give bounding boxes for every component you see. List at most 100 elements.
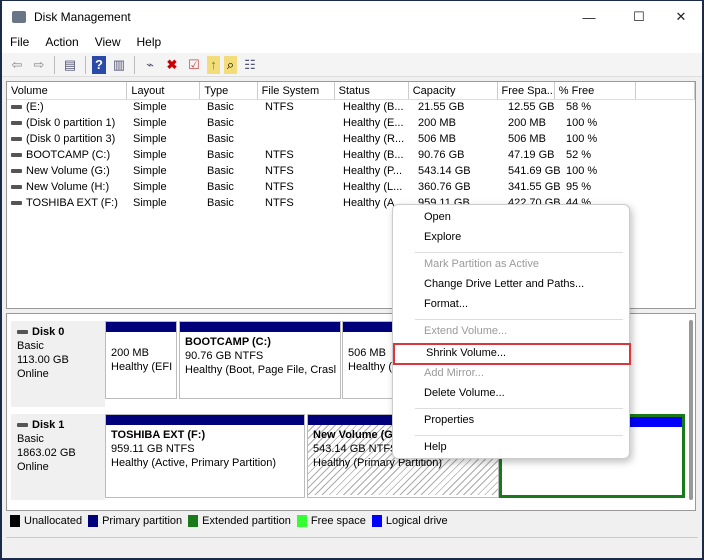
close-button[interactable]: ✕ xyxy=(658,1,704,33)
table-cell: 100 % xyxy=(562,132,644,148)
drive-icon xyxy=(11,201,22,206)
open-folder-icon[interactable]: ↑ xyxy=(207,55,220,74)
partition-title: BOOTCAMP (C:) xyxy=(185,336,271,348)
table-cell: Healthy (E... xyxy=(339,116,414,132)
table-cell: Basic xyxy=(203,116,261,132)
menu-item-format[interactable]: Format... xyxy=(393,296,629,316)
console-tree-icon[interactable]: ▤ xyxy=(61,56,79,74)
delete-icon[interactable]: ✖ xyxy=(163,56,181,74)
cell-text: BOOTCAMP (C:) xyxy=(26,149,111,161)
table-cell: 58 % xyxy=(562,100,644,116)
table-cell xyxy=(261,116,339,132)
connect-icon[interactable]: ⌁ xyxy=(141,56,159,74)
back-icon[interactable]: ⇦ xyxy=(8,56,26,74)
table-cell: Basic xyxy=(203,132,261,148)
table-cell: Simple xyxy=(129,116,203,132)
table-cell: 100 % xyxy=(562,164,644,180)
column-header-2[interactable]: Type xyxy=(200,82,258,99)
table-cell: TOSHIBA EXT (F:) xyxy=(7,196,129,212)
volume-list-header: Volume Layout Type File System Status Capacit… xyxy=(7,82,695,100)
column-header-3[interactable]: File System xyxy=(258,82,335,99)
table-cell: 541.69 GB xyxy=(504,164,562,180)
column-header-6[interactable]: Free Spa... xyxy=(498,82,555,99)
cell-text: Healthy (B... xyxy=(343,101,404,113)
partition-status: Healthy (Boot, Page File, Crasl xyxy=(185,364,337,376)
disk-size: 113.00 GB xyxy=(17,354,69,366)
disk-label[interactable]: Disk 1 Basic 1863.02 GB Online xyxy=(11,414,105,500)
cell-text: 506 MB xyxy=(508,133,546,145)
cell-text: Basic xyxy=(207,197,234,209)
help-icon[interactable]: ? xyxy=(92,55,106,74)
menu-item-explore[interactable]: Explore xyxy=(393,229,629,249)
menu-action[interactable]: Action xyxy=(37,33,86,53)
cell-text: 21.55 GB xyxy=(418,101,465,113)
menu-item-extend-volume: Extend Volume... xyxy=(424,325,508,337)
column-header-4[interactable]: Status xyxy=(335,82,409,99)
table-cell: 12.55 GB xyxy=(504,100,562,116)
cell-text: Basic xyxy=(207,181,234,193)
partition[interactable]: BOOTCAMP (C:) 90.76 GB NTFS Healthy (Boot,… xyxy=(179,321,341,399)
partition-color-bar xyxy=(106,415,304,425)
drive-icon xyxy=(11,105,22,110)
menu-help[interactable]: Help xyxy=(129,33,170,53)
column-header-1[interactable]: Layout xyxy=(127,82,201,99)
disk-name-text: Disk 0 xyxy=(32,326,65,338)
maximize-button[interactable]: ☐ xyxy=(616,1,662,33)
cell-text: Healthy (B... xyxy=(343,149,404,161)
disk-label[interactable]: Disk 0 Basic 113.00 GB Online xyxy=(11,321,105,407)
table-cell: (Disk 0 partition 1) xyxy=(7,116,129,132)
cell-text: Simple xyxy=(133,149,167,161)
menu-file[interactable]: File xyxy=(2,33,37,53)
cell-text: Simple xyxy=(133,165,167,177)
table-cell: Basic xyxy=(203,148,261,164)
table-row[interactable]: New Volume (H:) Simple Basic NTFS Healthy (L… xyxy=(7,180,695,196)
menu-view[interactable]: View xyxy=(87,33,129,53)
column-header-7[interactable]: % Free xyxy=(555,82,636,99)
properties-icon[interactable]: ☷ xyxy=(241,56,259,74)
partition[interactable]: 200 MB Healthy (EFI xyxy=(105,321,177,399)
cell-text: New Volume (G:) xyxy=(26,165,110,177)
table-cell: Simple xyxy=(129,196,203,212)
table-row[interactable]: (Disk 0 partition 1) Simple Basic Healthy (… xyxy=(7,116,695,132)
menu-item-change-drive-letter-and-paths[interactable]: Change Drive Letter and Paths... xyxy=(393,276,629,296)
status-bar xyxy=(6,537,698,555)
table-row[interactable]: (E:) Simple Basic NTFS Healthy (B... 21.55 GB… xyxy=(7,100,695,116)
minimize-button[interactable]: — xyxy=(566,1,612,33)
legend-label: Unallocated xyxy=(24,515,83,527)
drive-icon xyxy=(11,153,22,158)
menu-item-properties[interactable]: Properties xyxy=(393,412,629,432)
partition-status: Healthy (Active, Primary Partition) xyxy=(111,457,277,469)
table-row[interactable]: (Disk 0 partition 3) Simple Basic Healthy (… xyxy=(7,132,695,148)
partition-size: 959.11 GB NTFS xyxy=(111,443,195,455)
search-folder-icon[interactable]: ⌕ xyxy=(224,55,237,74)
partition-body: TOSHIBA EXT (F:) 959.11 GB NTFS Healthy (A… xyxy=(106,425,304,495)
menu-separator xyxy=(415,408,623,409)
column-header-0[interactable]: Volume xyxy=(7,82,128,99)
vertical-scrollbar[interactable] xyxy=(689,320,693,500)
table-cell: Basic xyxy=(203,180,261,196)
show-pane-icon[interactable]: ▥ xyxy=(110,56,128,74)
check-icon[interactable]: ☑ xyxy=(185,56,203,74)
partition[interactable]: TOSHIBA EXT (F:) 959.11 GB NTFS Healthy (A… xyxy=(105,414,305,498)
cell-text: Basic xyxy=(207,149,234,161)
cell-text: 58 % xyxy=(566,101,592,113)
menu-item-help[interactable]: Help xyxy=(393,439,629,459)
cell-text: Basic xyxy=(207,101,234,113)
column-header-5[interactable]: Capacity xyxy=(409,82,498,99)
menu-item-open[interactable]: Open xyxy=(393,209,629,229)
disk-type: Basic xyxy=(17,340,44,352)
forward-icon[interactable]: ⇨ xyxy=(30,56,48,74)
drive-icon xyxy=(11,169,22,174)
table-row[interactable]: New Volume (G:) Simple Basic NTFS Healthy (P… xyxy=(7,164,695,180)
table-row[interactable]: BOOTCAMP (C:) Simple Basic NTFS Healthy (B..… xyxy=(7,148,695,164)
legend-label: Extended partition xyxy=(202,515,291,527)
menu-item-delete-volume[interactable]: Delete Volume... xyxy=(393,385,629,405)
window-title: Disk Management xyxy=(34,10,131,24)
partition-size: 200 MB xyxy=(111,347,149,359)
menu-item-shrink-volume[interactable]: Shrink Volume... xyxy=(393,343,631,365)
toolbar: ⇦ ⇨ ▤ ? ▥ ⌁ ✖ ☑ ↑ ⌕ ☷ xyxy=(2,53,702,77)
table-cell: 506 MB xyxy=(414,132,504,148)
legend-item: Free space xyxy=(296,515,366,528)
partition-title: TOSHIBA EXT (F:) xyxy=(111,429,206,441)
legend-swatch xyxy=(296,515,307,528)
